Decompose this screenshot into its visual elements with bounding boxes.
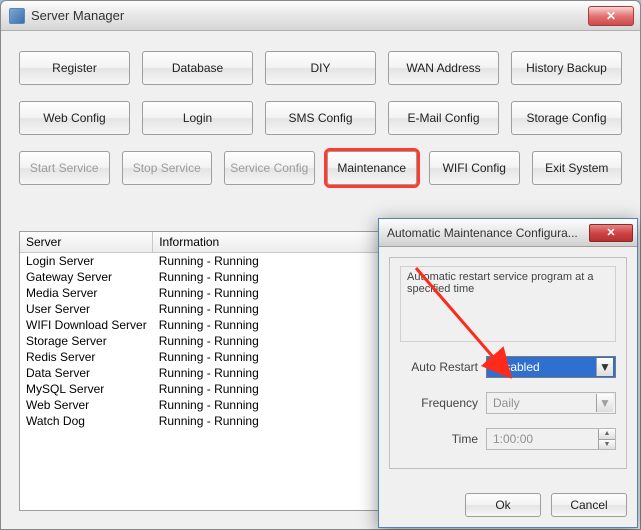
time-spinner[interactable]: 1:00:00 ▲ ▼ xyxy=(486,428,616,450)
cancel-button[interactable]: Cancel xyxy=(551,493,627,517)
time-value: 1:00:00 xyxy=(493,432,533,446)
cell-server: Storage Server xyxy=(20,333,153,349)
ok-button[interactable]: Ok xyxy=(465,493,541,517)
frequency-label: Frequency xyxy=(400,396,478,410)
cell-server: User Server xyxy=(20,301,153,317)
maintenance-button[interactable]: Maintenance xyxy=(327,151,418,185)
titlebar: Server Manager ✕ xyxy=(1,1,640,31)
database-button[interactable]: Database xyxy=(142,51,253,85)
start-service-button: Start Service xyxy=(19,151,110,185)
cell-server: Data Server xyxy=(20,365,153,381)
frequency-value: Daily xyxy=(493,396,520,410)
col-server[interactable]: Server xyxy=(20,232,153,253)
window-title: Server Manager xyxy=(31,8,124,23)
diy-button[interactable]: DIY xyxy=(265,51,376,85)
cell-server: Media Server xyxy=(20,285,153,301)
toolbar-row-1: Register Database DIY WAN Address History Ba… xyxy=(19,51,622,85)
spin-down-icon[interactable]: ▼ xyxy=(598,440,615,450)
toolbar-row-3: Start Service Stop Service Service Config M… xyxy=(19,151,622,185)
web-config-button[interactable]: Web Config xyxy=(19,101,130,135)
frequency-combo[interactable]: Daily ▼ xyxy=(486,392,616,414)
login-button[interactable]: Login xyxy=(142,101,253,135)
dialog-titlebar: Automatic Maintenance Configura... ✕ xyxy=(379,219,637,247)
spin-control[interactable]: ▲ ▼ xyxy=(598,429,615,449)
register-button[interactable]: Register xyxy=(19,51,130,85)
history-backup-button[interactable]: History Backup xyxy=(511,51,622,85)
dialog-title: Automatic Maintenance Configura... xyxy=(387,226,578,240)
chevron-down-icon: ▼ xyxy=(596,394,613,412)
toolbar-row-2: Web Config Login SMS Config E-Mail Config St… xyxy=(19,101,622,135)
storage-config-button[interactable]: Storage Config xyxy=(511,101,622,135)
cell-server: Web Server xyxy=(20,397,153,413)
wan-address-button[interactable]: WAN Address xyxy=(388,51,499,85)
cell-server: Login Server xyxy=(20,253,153,270)
cell-server: Watch Dog xyxy=(20,413,153,429)
stop-service-button: Stop Service xyxy=(122,151,213,185)
time-label: Time xyxy=(400,432,478,446)
exit-system-button[interactable]: Exit System xyxy=(532,151,623,185)
cell-server: Gateway Server xyxy=(20,269,153,285)
e-mail-config-button[interactable]: E-Mail Config xyxy=(388,101,499,135)
dialog-groupbox: Automatic restart service program at a s… xyxy=(389,257,627,469)
dialog-close-button[interactable]: ✕ xyxy=(589,224,633,242)
service-config-button: Service Config xyxy=(224,151,315,185)
maintenance-dialog: Automatic Maintenance Configura... ✕ Aut… xyxy=(378,218,638,528)
auto-restart-value: Disabled xyxy=(493,360,540,374)
spin-up-icon[interactable]: ▲ xyxy=(598,429,615,440)
cell-server: WIFI Download Server xyxy=(20,317,153,333)
auto-restart-label: Auto Restart xyxy=(400,360,478,374)
auto-restart-combo[interactable]: Disabled ▼ xyxy=(486,356,616,378)
window-close-button[interactable]: ✕ xyxy=(588,6,634,26)
sms-config-button[interactable]: SMS Config xyxy=(265,101,376,135)
cell-server: MySQL Server xyxy=(20,381,153,397)
cell-server: Redis Server xyxy=(20,349,153,365)
wifi-config-button[interactable]: WIFI Config xyxy=(429,151,520,185)
app-icon xyxy=(9,8,25,24)
chevron-down-icon: ▼ xyxy=(596,358,613,376)
dialog-body: Automatic restart service program at a s… xyxy=(379,247,637,527)
dialog-description: Automatic restart service program at a s… xyxy=(400,266,616,342)
